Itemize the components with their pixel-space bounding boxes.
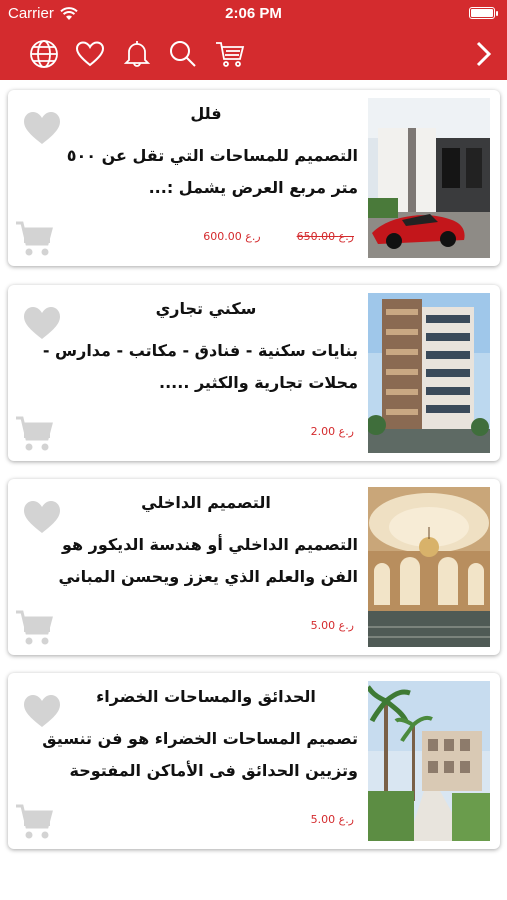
residential-building-photo — [368, 293, 490, 453]
product-card[interactable]: فلل التصميم للمساحات التي تقل عن ٥٠٠ متر… — [8, 90, 500, 266]
add-to-cart-icon[interactable] — [14, 609, 54, 647]
add-to-cart-icon[interactable] — [14, 415, 54, 453]
search-icon[interactable] — [165, 36, 201, 72]
app-screen: Carrier 2:06 PM فلل التصميم للمساحات الت… — [0, 0, 507, 900]
header-bar: Carrier 2:06 PM — [0, 0, 507, 80]
price-row: 2.00 ر.ع — [311, 425, 354, 438]
product-price: 600.00 ر.ع — [203, 230, 261, 243]
chevron-right-icon[interactable] — [465, 36, 501, 72]
price-row: 5.00 ر.ع — [311, 619, 354, 632]
product-description: التصميم الداخلي أو هندسة الديكور هو الفن… — [58, 535, 358, 586]
battery-icon — [469, 7, 498, 19]
product-card[interactable]: سكني تجاري بنايات سكنية - فنادق - مكاتب … — [8, 285, 500, 461]
product-price: 5.00 ر.ع — [310, 813, 354, 826]
favorites-heart-icon[interactable] — [72, 36, 108, 72]
status-time: 2:06 PM — [225, 5, 282, 22]
add-to-cart-icon[interactable] — [14, 803, 54, 841]
product-title: سكني تجاري — [155, 299, 257, 318]
product-description: بنايات سكنية - فنادق - مكاتب - مدارس - م… — [42, 341, 358, 392]
bell-icon[interactable] — [119, 36, 155, 72]
price-row: 600.00 ر.ع 650.00 ر.ع — [203, 230, 354, 243]
product-description: التصميم للمساحات التي تقل عن ٥٠٠ متر مرب… — [66, 146, 358, 197]
product-price: 2.00 ر.ع — [310, 425, 354, 438]
toolbar — [0, 32, 507, 76]
globe-icon[interactable] — [26, 36, 62, 72]
interior-hall-photo — [368, 487, 490, 647]
status-bar: Carrier 2:06 PM — [0, 0, 507, 28]
product-title: الحدائق والمساحات الخضراء — [96, 687, 316, 706]
product-title: التصميم الداخلي — [141, 493, 271, 512]
product-card[interactable]: التصميم الداخلي التصميم الداخلي أو هندسة… — [8, 479, 500, 655]
add-to-cart-icon[interactable] — [14, 220, 54, 258]
product-card[interactable]: الحدائق والمساحات الخضراء تصميم المساحات… — [8, 673, 500, 849]
villa-photo — [368, 98, 490, 258]
price-row: 5.00 ر.ع — [311, 813, 354, 826]
product-title: فلل — [190, 104, 222, 123]
cart-icon[interactable] — [212, 36, 248, 72]
garden-photo — [368, 681, 490, 841]
product-old-price: 650.00 ر.ع — [296, 230, 354, 243]
product-price: 5.00 ر.ع — [310, 619, 354, 632]
product-description: تصميم المساحات الخضراء هو فن تنسيق وتزيي… — [42, 729, 358, 780]
